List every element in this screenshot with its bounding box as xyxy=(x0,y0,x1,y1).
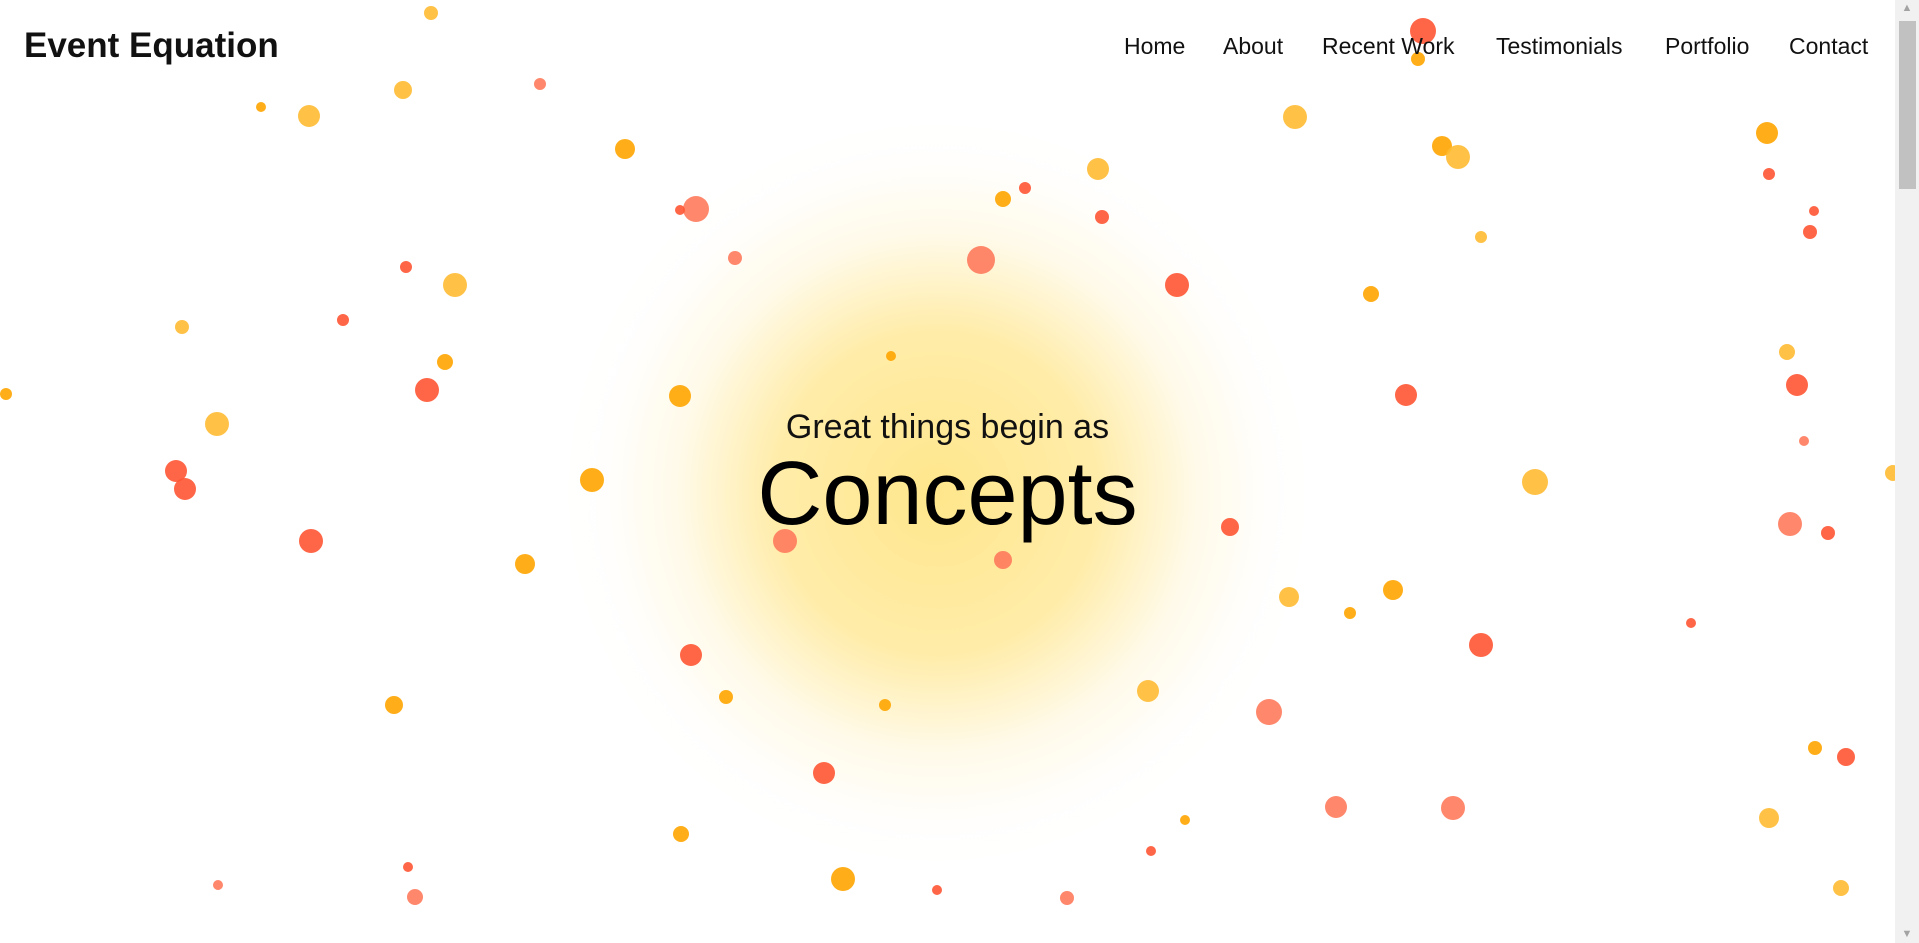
particle-dot xyxy=(1759,808,1779,828)
particle-dot xyxy=(1137,680,1159,702)
particle-dot xyxy=(831,867,855,891)
particle-dot xyxy=(683,196,709,222)
hero-lead: Great things begin as xyxy=(785,408,1110,446)
particle-dot xyxy=(1019,182,1031,194)
particle-dot xyxy=(879,699,891,711)
particle-dot xyxy=(1283,105,1307,129)
particle-dot xyxy=(1256,699,1282,725)
particle-dot xyxy=(1279,587,1299,607)
particle-dot xyxy=(515,554,535,574)
particle-dot xyxy=(1475,231,1487,243)
particle-dot xyxy=(813,762,835,784)
particle-dot xyxy=(1809,206,1819,216)
nav-about[interactable]: About xyxy=(1223,33,1283,60)
nav-home[interactable]: Home xyxy=(1124,33,1185,60)
particle-dot xyxy=(424,6,438,20)
particle-dot xyxy=(213,880,223,890)
scrollbar-thumb[interactable] xyxy=(1899,21,1916,189)
particle-dot xyxy=(175,320,189,334)
particle-dot xyxy=(534,78,546,90)
particle-dot xyxy=(719,690,733,704)
particle-dot xyxy=(1344,607,1356,619)
particle-dot xyxy=(1383,580,1403,600)
particle-dot xyxy=(1786,374,1808,396)
particle-dot xyxy=(1837,748,1855,766)
brand-logo[interactable]: Event Equation xyxy=(24,26,279,66)
particle-dot xyxy=(669,385,691,407)
scroll-down-icon[interactable]: ▼ xyxy=(1895,926,1919,943)
particle-dot xyxy=(1325,796,1347,818)
particle-dot xyxy=(443,273,467,297)
hero-headline: Concepts xyxy=(757,444,1138,544)
hero-section: Event Equation Home About Recent Work Te… xyxy=(0,0,1895,943)
particle-dot xyxy=(1095,210,1109,224)
particle-dot xyxy=(437,354,453,370)
particle-dot xyxy=(1180,815,1190,825)
scroll-up-icon[interactable]: ▲ xyxy=(1895,0,1919,17)
particle-dot xyxy=(1686,618,1696,628)
nav-testimonials[interactable]: Testimonials xyxy=(1496,33,1623,60)
particle-dot xyxy=(886,351,896,361)
particle-dot xyxy=(1441,796,1465,820)
particle-dot xyxy=(932,885,942,895)
particle-dot xyxy=(385,696,403,714)
particle-dot xyxy=(407,889,423,905)
particle-dot xyxy=(0,388,12,400)
particle-dot xyxy=(1469,633,1493,657)
particle-dot xyxy=(394,81,412,99)
particle-dot xyxy=(1395,384,1417,406)
particle-dot xyxy=(1803,225,1817,239)
particle-dot xyxy=(337,314,349,326)
nav-portfolio[interactable]: Portfolio xyxy=(1665,33,1749,60)
particle-dot xyxy=(1833,880,1849,896)
particle-dot xyxy=(298,105,320,127)
particle-dot xyxy=(1808,741,1822,755)
particle-dot xyxy=(1087,158,1109,180)
particle-dot xyxy=(1779,344,1795,360)
particle-dot xyxy=(967,246,995,274)
particle-dot xyxy=(1165,273,1189,297)
nav-recent-work[interactable]: Recent Work xyxy=(1322,33,1455,60)
particle-dot xyxy=(994,551,1012,569)
particle-dot xyxy=(1756,122,1778,144)
page-scrollbar[interactable]: ▲ ▼ xyxy=(1895,0,1919,943)
particle-dot xyxy=(400,261,412,273)
particle-dot xyxy=(680,644,702,666)
particle-dot xyxy=(256,102,266,112)
particle-dot xyxy=(403,862,413,872)
nav-contact[interactable]: Contact xyxy=(1789,33,1868,60)
particle-dot xyxy=(1146,846,1156,856)
particle-dot xyxy=(995,191,1011,207)
particle-dot xyxy=(1060,891,1074,905)
particle-dot xyxy=(1446,145,1470,169)
particle-dot xyxy=(675,205,685,215)
particle-dot xyxy=(1363,286,1379,302)
particle-dot xyxy=(1763,168,1775,180)
particle-dot xyxy=(615,139,635,159)
particle-dot xyxy=(673,826,689,842)
particle-dot xyxy=(415,378,439,402)
particle-dot xyxy=(728,251,742,265)
